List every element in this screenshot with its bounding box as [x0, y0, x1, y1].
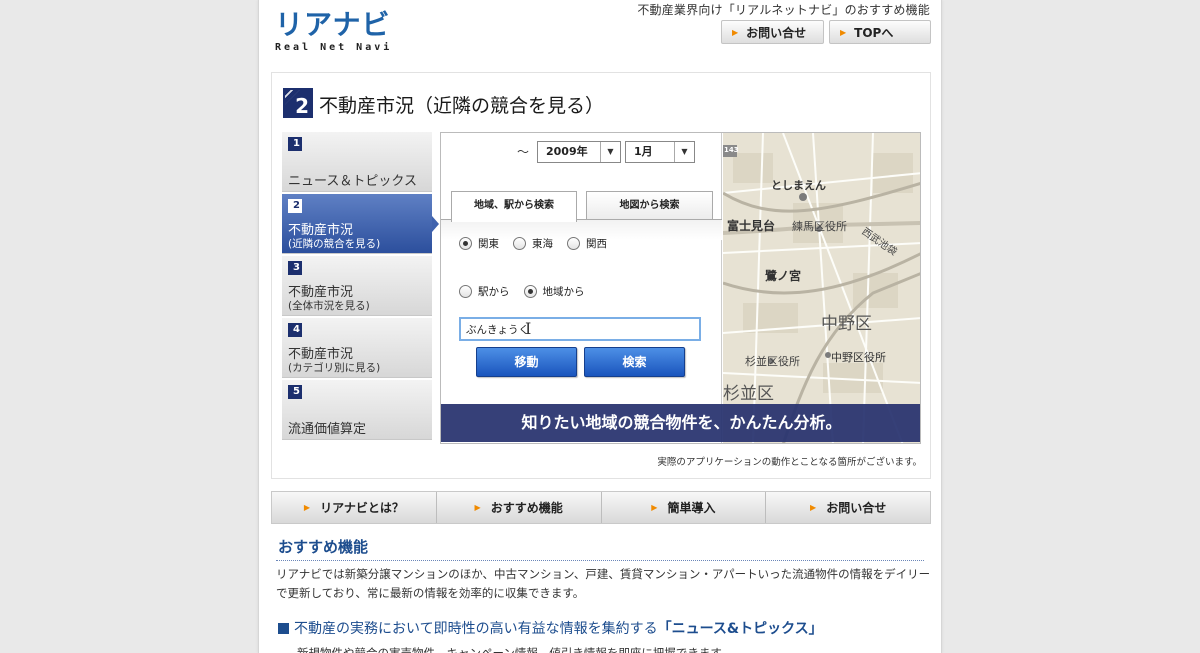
move-button[interactable]: 移動	[476, 347, 577, 377]
arrow-right-icon: ▶	[474, 503, 481, 512]
dropdown-arrow-icon: ▼	[600, 142, 620, 162]
dropdown-arrow-icon: ▼	[674, 142, 694, 162]
map-label: 鷺ノ宮	[765, 269, 802, 283]
menu-sublabel: (近隣の競合を見る)	[288, 238, 381, 250]
contact-button[interactable]: ▶ お問い合せ	[721, 20, 824, 44]
feature-menu-item-4[interactable]: 4 不動産市況 (カテゴリ別に見る)	[282, 318, 432, 378]
radio-kansai[interactable]	[567, 237, 580, 250]
feature-menu-item-1[interactable]: 1 ニュース＆トピックス	[282, 132, 432, 192]
feature-menu-item-3[interactable]: 3 不動産市況 (全体市況を見る)	[282, 256, 432, 316]
nav-easy-setup[interactable]: ▶ 簡単導入	[601, 492, 767, 523]
logo-text: リアナビ	[275, 8, 391, 41]
arrow-right-icon: ▶	[840, 27, 847, 37]
menu-label: 流通価値算定	[288, 422, 367, 437]
range-tilde: ～	[517, 145, 530, 159]
text-cursor-icon: I	[525, 319, 532, 338]
menu-number: 5	[288, 385, 302, 399]
area-search-input[interactable]: ぶんきょうく	[459, 317, 701, 341]
region-radio-group: 関東 東海 関西	[459, 236, 621, 251]
menu-number: 3	[288, 261, 302, 275]
map-label: 杉並区	[723, 384, 774, 404]
radio-tokai[interactable]	[513, 237, 526, 250]
promo-banner: 知りたい地域の競合物件を、かんたん分析。	[441, 404, 920, 442]
year-select[interactable]: 2009年 ▼	[537, 141, 621, 163]
nav-contact[interactable]: ▶ お問い合せ	[766, 492, 930, 523]
menu-number: 4	[288, 323, 302, 337]
section-title: おすすめ機能	[278, 538, 369, 556]
map-route-badge: 143	[724, 146, 739, 154]
map-label: 杉並区役所	[745, 355, 800, 368]
logo-subtext: Real Net Navi	[275, 42, 393, 53]
map-label: 中野区	[821, 314, 872, 334]
arrow-right-icon: ▶	[732, 27, 739, 37]
arrow-right-icon: ▶	[810, 503, 817, 512]
section-nav: ▶ リアナビとは？ ▶ おすすめ機能 ▶ 簡単導入 ▶ お問い合せ	[271, 491, 931, 524]
nav-features[interactable]: ▶ おすすめ機能	[436, 492, 602, 523]
section-body: リアナビでは新築分譲マンションのほか、中古マンション、戸建、賃貸マンション・アパ…	[276, 567, 931, 600]
logo[interactable]: リアナビ Real Net Navi	[275, 10, 395, 58]
feature-menu-item-2[interactable]: 2 不動産市況 (近隣の競合を見る)	[282, 194, 439, 254]
feature-box: 2 不動産市況（近隣の競合を見る） 1 ニュース＆トピックス 2 不動産市況 (…	[271, 72, 931, 479]
nav-about[interactable]: ▶ リアナビとは？	[272, 492, 437, 523]
menu-number: 2	[288, 199, 302, 213]
map-label: 中野区役所	[831, 351, 886, 364]
radio-kanto[interactable]	[459, 237, 472, 250]
feature-menu-item-5[interactable]: 5 流通価値算定	[282, 380, 432, 440]
page-container: リアナビ Real Net Navi 不動産業界向け「リアルネットナビ」のおすす…	[258, 0, 942, 653]
feature-number-badge: 2	[283, 88, 313, 118]
feature-title: 不動産市況（近隣の競合を見る）	[319, 95, 605, 117]
tab-area-station-search[interactable]: 地域、駅から検索	[451, 191, 577, 222]
feature-description: 新規物件や競合の実売物件、キャンペーン情報、値引き情報を即座に把握できます。	[297, 646, 733, 653]
search-form-panel: ～ 2009年 ▼ 1月 ▼ 地域、駅から検索 地図から検索 関東 東海 関西 …	[441, 133, 722, 443]
section-divider	[276, 560, 924, 561]
feature-subheading: 不動産の実務において即時性の高い有益な情報を集約する「ニュース&トピックス」	[278, 618, 823, 638]
radio-from-area[interactable]	[523, 285, 537, 298]
map-label: 練馬区役所	[792, 220, 847, 233]
map-label: としまえん	[771, 179, 826, 192]
square-bullet-icon	[278, 623, 289, 634]
search-button[interactable]: 検索	[584, 347, 685, 377]
menu-number: 1	[288, 137, 302, 151]
map-label: 富士見台	[727, 219, 776, 233]
arrow-right-icon: ▶	[651, 503, 658, 512]
tab-map-search[interactable]: 地図から検索	[586, 191, 713, 219]
arrow-right-icon: ▶	[303, 503, 311, 512]
radio-from-station[interactable]	[459, 285, 472, 298]
month-select[interactable]: 1月 ▼	[625, 141, 695, 163]
top-button[interactable]: ▶ TOPへ	[829, 20, 931, 44]
mode-radio-group: 駅から 地域から	[459, 284, 599, 299]
menu-sublabel: (全体市況を見る)	[288, 300, 370, 312]
app-screenshot: ～ 2009年 ▼ 1月 ▼ 地域、駅から検索 地図から検索 関東 東海 関西 …	[440, 132, 921, 444]
disclaimer-note: 実際のアプリケーションの動作とことなる箇所がございます。	[657, 457, 922, 468]
header-tagline: 不動産業界向け「リアルネットナビ」のおすすめ機能	[637, 3, 930, 17]
feature-menu: 1 ニュース＆トピックス 2 不動産市況 (近隣の競合を見る) 3 不動産市況 …	[282, 132, 439, 444]
menu-sublabel: (カテゴリ別に見る)	[288, 362, 381, 374]
top-button-label: TOPへ	[854, 25, 894, 40]
contact-button-label: お問い合せ	[746, 25, 807, 40]
menu-label: ニュース＆トピックス	[288, 174, 417, 189]
map-view[interactable]: 143 としまえん 富士見台 練馬区役所 西武池袋 鷺ノ宮 中野区 杉並区役所 …	[723, 133, 920, 443]
